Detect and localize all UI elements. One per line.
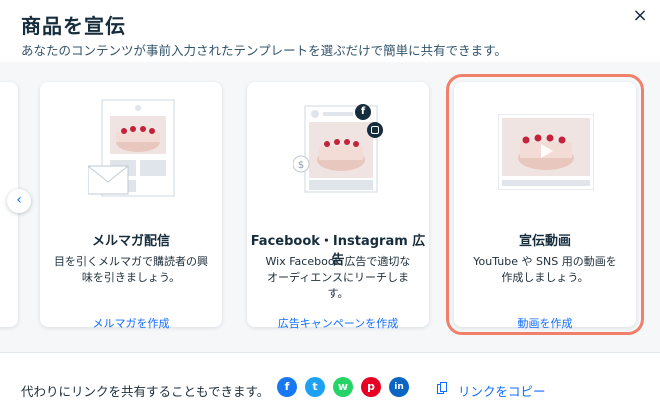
card-description: YouTube や SNS 用の動画を作成しましょう。 [473, 255, 617, 284]
instagram-icon [367, 122, 383, 138]
newsletter-illustration [88, 99, 175, 197]
share-link-text: 代わりにリンクを共有することもできます。 [21, 384, 270, 399]
card-title: メルマガ配信 [91, 234, 170, 249]
card-newsletter[interactable]: メルマガ配信 目を引くメルマガで購読者の興味を引きましょう。 メルマガを作成 [40, 82, 222, 330]
whatsapp-icon[interactable]: w [333, 377, 353, 397]
copy-link-button[interactable]: リンクをコピー [437, 381, 546, 400]
card-facebook-instagram-ads[interactable]: $ f Facebook・Instagram 広告 Wix Facebook 広… [247, 82, 429, 330]
card-description: 目を引くメルマガで購読者の興味を引きましょう。 [54, 255, 208, 284]
linkedin-icon[interactable]: in [389, 377, 409, 397]
create-newsletter-link[interactable]: メルマガを作成 [40, 315, 222, 331]
facebook-icon: f [355, 104, 371, 120]
card-description: Wix Facebook 広告で適切なオーディエンスにリーチします。 [265, 255, 411, 300]
close-icon[interactable]: × [630, 6, 650, 26]
card-title: 宣伝動画 [518, 234, 571, 249]
svg-text:$: $ [298, 160, 304, 171]
twitter-icon[interactable]: t [305, 377, 325, 397]
copy-icon [437, 382, 447, 394]
facebook-icon[interactable]: f [277, 377, 297, 397]
carousel-prev-button[interactable]: ‹ [7, 189, 31, 213]
template-carousel: ‹ メルマガ配信 目を引くメルマガで購読者の興味を引きましょう。 メルマガを作成 [0, 62, 660, 352]
ads-illustration: $ [293, 105, 378, 193]
pinterest-icon[interactable]: p [361, 377, 381, 397]
create-video-link[interactable]: 動画を作成 [454, 315, 636, 331]
page-subtitle: あなたのコンテンツが事前入力されたテンプレートを選ぶだけで簡単に共有できます。 [21, 43, 507, 58]
copy-link-label: リンクをコピー [458, 384, 546, 399]
footer: 代わりにリンクを共有することもできます。 f t w p in リンクをコピー [0, 352, 660, 417]
page-title: 商品を宣伝 [21, 14, 126, 38]
video-illustration [498, 114, 594, 190]
create-ad-campaign-link[interactable]: 広告キャンペーンを作成 [247, 315, 429, 331]
card-promo-video[interactable]: 宣伝動画 YouTube や SNS 用の動画を作成しましょう。 動画を作成 [446, 74, 644, 335]
